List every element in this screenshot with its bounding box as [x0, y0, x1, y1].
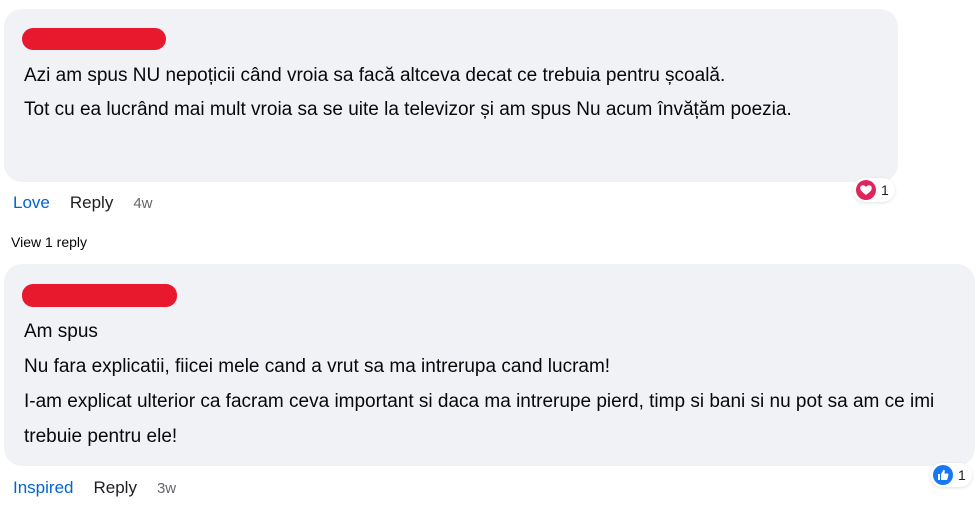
reaction-count: 1	[881, 182, 889, 198]
comment-actions: Love Reply 4w	[13, 193, 153, 213]
comment-line: Am spus	[24, 321, 98, 342]
comment-timestamp[interactable]: 3w	[157, 480, 176, 497]
comment-line: Nu fara explicatii, fiicei mele cand a v…	[24, 356, 611, 377]
view-replies-link[interactable]: View 1 reply	[11, 234, 87, 250]
comment-text: Am spus Nu fara explicatii, fiicei mele …	[24, 314, 959, 454]
redacted-author-name	[22, 284, 177, 307]
comment-text: Azi am spus NU nepoțicii când vroia sa f…	[24, 59, 884, 127]
like-reaction-icon	[933, 465, 953, 485]
comment-actions: Inspired Reply 3w	[13, 478, 176, 498]
comment-line: Azi am spus NU nepoțicii când vroia sa f…	[24, 65, 726, 86]
reaction-summary[interactable]: 1	[853, 178, 895, 202]
reaction-count: 1	[958, 467, 966, 483]
heart-reaction-icon	[856, 180, 876, 200]
comment-bubble: Am spus Nu fara explicatii, fiicei mele …	[4, 264, 975, 466]
reply-button[interactable]: Reply	[93, 478, 136, 498]
reply-button[interactable]: Reply	[70, 193, 113, 213]
comment-line: Tot cu ea lucrând mai mult vroia sa se u…	[24, 99, 792, 120]
comment-timestamp[interactable]: 4w	[133, 195, 152, 212]
redacted-author-name	[22, 28, 166, 50]
comment-line: I-am explicat ulterior ca facram ceva im…	[24, 391, 935, 447]
comment-bubble: Azi am spus NU nepoțicii când vroia sa f…	[4, 9, 898, 182]
reaction-summary[interactable]: 1	[930, 463, 972, 487]
love-reaction-button[interactable]: Love	[13, 193, 50, 213]
inspired-reaction-button[interactable]: Inspired	[13, 478, 73, 498]
